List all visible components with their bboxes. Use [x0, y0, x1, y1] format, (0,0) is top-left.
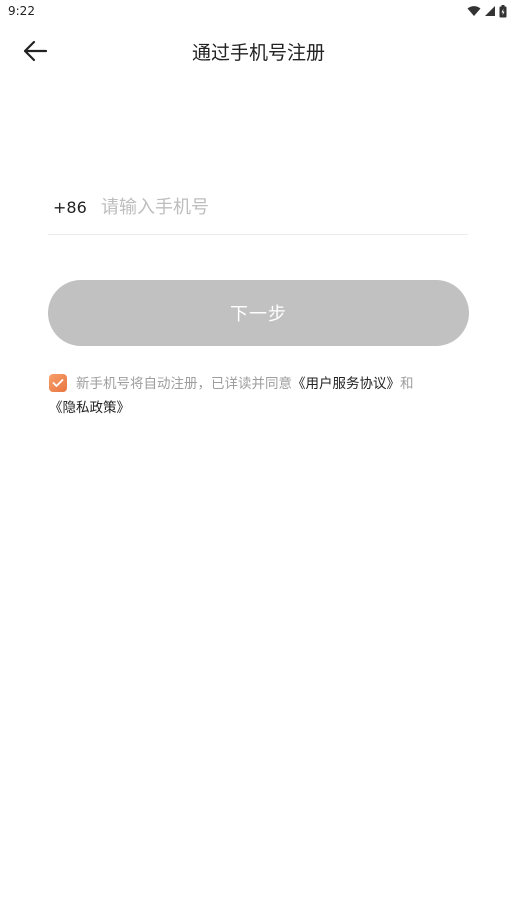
- status-time: 9:22: [8, 4, 35, 18]
- agreement-checkbox[interactable]: [49, 374, 67, 392]
- header: 通过手机号注册: [0, 28, 517, 74]
- agreement-text: 新手机号将自动注册，已详读并同意《用户服务协议》和《隐私政策》: [49, 372, 469, 420]
- status-bar: 9:22: [0, 0, 517, 22]
- signal-icon: [485, 6, 495, 16]
- privacy-link[interactable]: 《隐私政策》: [49, 400, 130, 416]
- page-title: 通过手机号注册: [191, 42, 325, 64]
- check-icon: [52, 379, 64, 387]
- agreement-conjunction: 和: [400, 376, 414, 392]
- phone-input-row: +86: [48, 180, 468, 235]
- agreement: 新手机号将自动注册，已详读并同意《用户服务协议》和《隐私政策》: [49, 372, 469, 420]
- battery-icon: [499, 4, 507, 17]
- register-screen: 9:22 通过手机号注册 +86 下一步: [0, 0, 517, 919]
- terms-link[interactable]: 《用户服务协议》: [292, 376, 400, 392]
- wifi-icon: [467, 6, 481, 16]
- country-code[interactable]: +86: [48, 198, 101, 217]
- next-button[interactable]: 下一步: [48, 280, 469, 346]
- phone-input[interactable]: [101, 196, 468, 218]
- agreement-prefix: 新手机号将自动注册，已详读并同意: [76, 376, 292, 392]
- status-icons: [467, 4, 507, 18]
